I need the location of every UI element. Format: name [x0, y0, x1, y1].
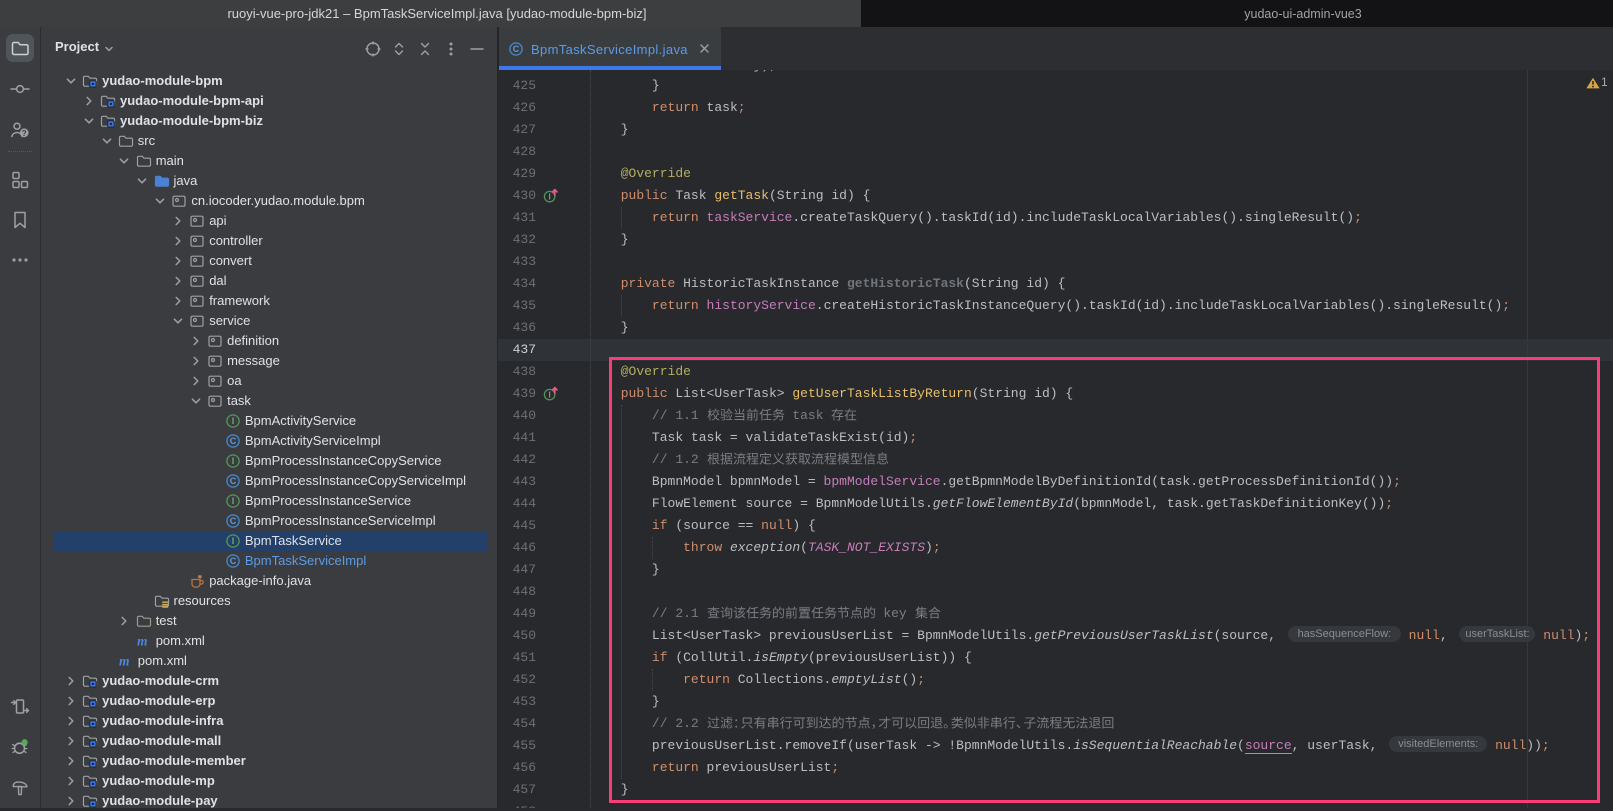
svg-text:I: I [548, 192, 550, 201]
svg-text:I: I [232, 416, 235, 426]
svg-text:m: m [119, 654, 130, 669]
svg-text:I: I [232, 456, 235, 466]
svg-text:I: I [232, 536, 235, 546]
svg-text:C: C [230, 516, 237, 526]
svg-text:C: C [230, 436, 237, 446]
svg-text:I: I [548, 390, 550, 399]
svg-text:I: I [232, 496, 235, 506]
svg-text:C: C [513, 44, 520, 54]
svg-text:m: m [137, 634, 148, 649]
svg-text:C: C [230, 556, 237, 566]
svg-text:C: C [230, 476, 237, 486]
svg-text:?: ? [22, 129, 27, 138]
